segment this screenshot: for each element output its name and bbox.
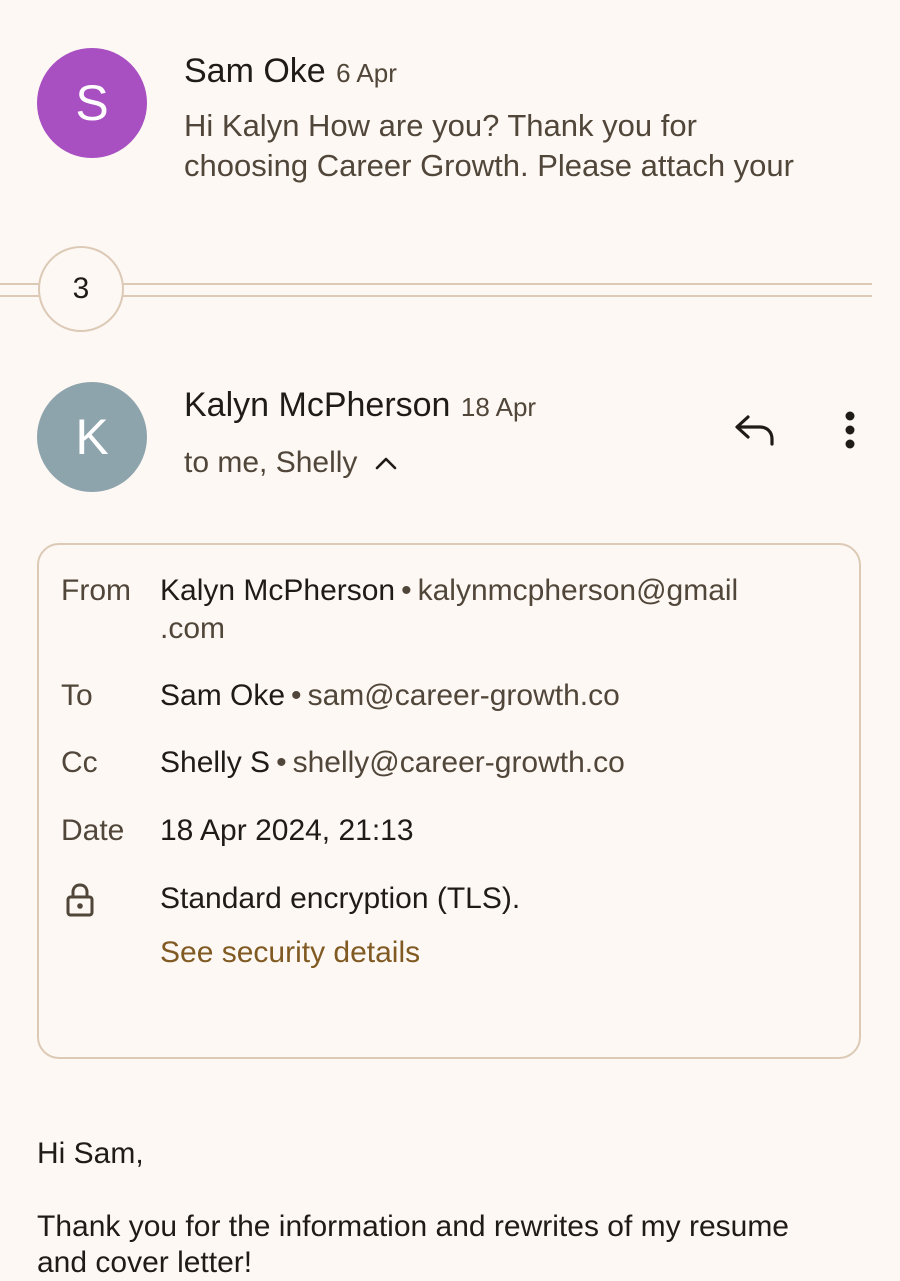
date-value: 18 Apr 2024, 21:13 xyxy=(160,814,414,847)
message-snippet[interactable]: Hi Kalyn How are you? Thank you for choo… xyxy=(184,106,864,186)
chevron-up-icon xyxy=(375,456,397,470)
body-line: Thank you for the information and rewrit… xyxy=(37,1210,789,1243)
from-email-continued: .com xyxy=(160,612,225,646)
expanded-message-header: Kalyn McPherson 18 Apr xyxy=(184,386,536,425)
avatar-letter: K xyxy=(75,409,109,465)
body-line: and cover letter! xyxy=(37,1246,253,1279)
collapsed-divider-line xyxy=(0,283,872,285)
message-date: 18 Apr xyxy=(460,392,537,422)
recipients-summary: to me, Shelly xyxy=(184,446,358,479)
separator-dot: • xyxy=(276,746,287,779)
sender-name: Kalyn McPherson xyxy=(184,386,451,424)
collapsed-message-header[interactable]: Sam Oke 6 Apr xyxy=(184,52,397,91)
date-label: Date xyxy=(61,814,125,847)
sender-avatar-kalyn[interactable]: K xyxy=(37,382,147,492)
cc-name: Shelly S xyxy=(160,746,271,779)
message-date: 6 Apr xyxy=(336,58,397,88)
reply-button[interactable] xyxy=(728,404,780,456)
separator-dot: • xyxy=(291,679,302,712)
encryption-text: Standard encryption (TLS). xyxy=(160,882,521,915)
collapsed-divider-line xyxy=(0,295,872,297)
separator-dot: • xyxy=(401,574,412,607)
cc-value: Shelly S • shelly@career-growth.co xyxy=(160,746,625,780)
to-name: Sam Oke xyxy=(160,679,286,712)
body-greeting: Hi Sam, xyxy=(37,1137,144,1170)
sender-avatar-sam[interactable]: S xyxy=(37,48,147,158)
from-email-tail[interactable]: .com xyxy=(160,612,225,645)
collapsed-messages-count-button[interactable]: 3 xyxy=(38,246,124,332)
from-label: From xyxy=(61,574,131,607)
to-email[interactable]: sam@career-growth.co xyxy=(308,679,620,712)
to-label: To xyxy=(61,679,93,712)
from-name: Kalyn McPherson xyxy=(160,574,396,607)
reply-icon xyxy=(732,413,776,447)
recipients-toggle[interactable]: to me, Shelly xyxy=(184,446,397,480)
cc-label: Cc xyxy=(61,746,98,779)
more-options-button[interactable] xyxy=(828,404,872,456)
body-paragraph: Thank you for the information and rewrit… xyxy=(37,1209,789,1281)
from-value: Kalyn McPherson • kalynmcpherson@gmail xyxy=(160,574,738,608)
more-vert-icon xyxy=(844,410,856,450)
to-value: Sam Oke • sam@career-growth.co xyxy=(160,679,620,713)
cc-email[interactable]: shelly@career-growth.co xyxy=(293,746,625,779)
snippet-line: Hi Kalyn How are you? Thank you for xyxy=(184,108,697,143)
see-security-details-link[interactable]: See security details xyxy=(160,936,420,970)
collapsed-count: 3 xyxy=(72,272,90,305)
sender-name: Sam Oke xyxy=(184,52,326,90)
snippet-line: choosing Career Growth. Please attach yo… xyxy=(184,148,794,183)
from-email[interactable]: kalynmcpherson@gmail xyxy=(418,574,739,607)
avatar-letter: S xyxy=(75,75,109,131)
lock-icon xyxy=(64,882,96,918)
